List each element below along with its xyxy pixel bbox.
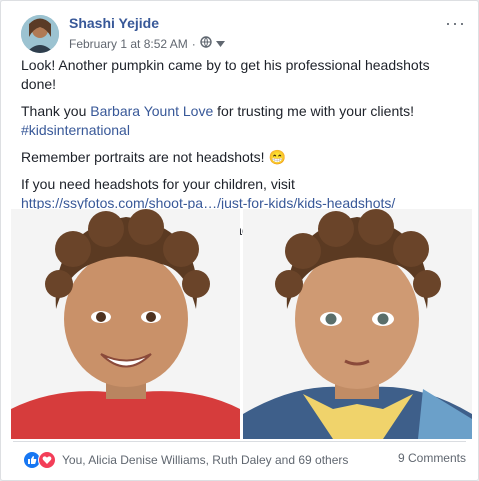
post-line: Look! Another pumpkin came by to get his… xyxy=(21,57,430,92)
comments-count[interactable]: 9 Comments xyxy=(398,451,466,465)
hashtag-link[interactable]: #kidsinternational xyxy=(21,122,130,138)
photo-left[interactable] xyxy=(11,209,240,439)
mentioned-user-link[interactable]: Barbara Yount Love xyxy=(90,103,213,119)
photo-right[interactable] xyxy=(243,209,472,439)
more-options-button[interactable]: ··· xyxy=(445,13,466,34)
globe-icon[interactable] xyxy=(200,36,212,51)
post-line: Thank you Barbara Yount Love for trustin… xyxy=(21,102,462,140)
post-card: Shashi Yejide February 1 at 8:52 AM · ··… xyxy=(0,0,479,481)
post-footer: You, Alicia Denise Williams, Ruth Daley … xyxy=(13,441,466,476)
reactions-summary[interactable]: You, Alicia Denise Williams, Ruth Daley … xyxy=(23,451,348,469)
post-header: Shashi Yejide February 1 at 8:52 AM · ··… xyxy=(13,13,466,53)
post-line: Remember portraits are not headshots! 😁 xyxy=(21,149,286,165)
meta-separator: · xyxy=(191,36,196,51)
post-meta: February 1 at 8:52 AM · xyxy=(69,36,225,51)
chevron-down-icon[interactable] xyxy=(215,37,225,51)
avatar[interactable] xyxy=(21,15,59,53)
post-line: If you need headshots for your children,… xyxy=(21,175,462,213)
reactions-text[interactable]: You, Alicia Denise Williams, Ruth Daley … xyxy=(62,453,348,467)
author-name[interactable]: Shashi Yejide xyxy=(69,15,159,31)
post-text-fragment: for trusting me with your clients! xyxy=(213,103,415,119)
photo-grid xyxy=(11,209,472,439)
post-text-fragment: Thank you xyxy=(21,103,91,119)
love-icon xyxy=(38,451,56,469)
post-text-fragment: If you need headshots for your children,… xyxy=(21,176,295,192)
timestamp[interactable]: February 1 at 8:52 AM xyxy=(69,37,188,51)
